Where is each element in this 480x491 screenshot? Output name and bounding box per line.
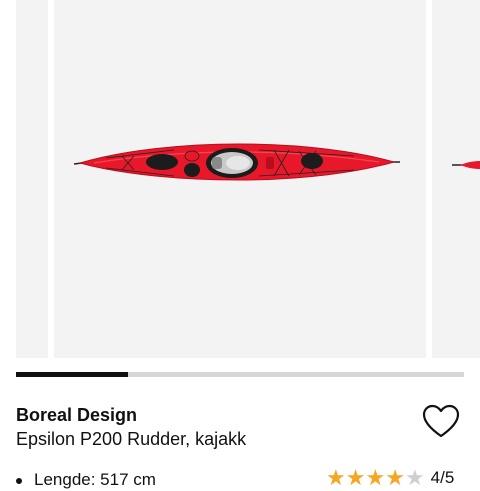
star-empty-icon: ★ — [404, 466, 425, 491]
next-slide[interactable] — [432, 0, 480, 358]
carousel-progress-fill — [16, 372, 128, 377]
favorite-button[interactable] — [420, 402, 462, 442]
product-title: Epsilon P200 Rudder, kajakk — [16, 429, 247, 449]
carousel-progress-bar — [16, 372, 464, 377]
bullet-icon — [16, 477, 22, 484]
current-slide[interactable] — [54, 0, 426, 358]
rating-label: 4/5 — [430, 468, 455, 487]
product-image-carousel[interactable] — [0, 0, 480, 358]
star-filled-icon: ★ — [385, 466, 405, 491]
brand-name[interactable]: Boreal Design — [16, 404, 137, 426]
next-kayak-preview — [452, 161, 480, 169]
product-rating[interactable]: ★★★★★ 4/5 — [326, 468, 454, 490]
spec-list-item: Lengde: 517 cm — [16, 470, 156, 490]
rating-stars: ★★★★★ — [326, 468, 425, 490]
kayak-image — [73, 143, 400, 181]
star-filled-icon: ★ — [326, 466, 346, 491]
heart-outline-icon — [422, 404, 460, 438]
previous-slide[interactable] — [16, 0, 48, 358]
star-filled-icon: ★ — [345, 466, 366, 491]
star-filled-icon: ★ — [365, 466, 386, 491]
